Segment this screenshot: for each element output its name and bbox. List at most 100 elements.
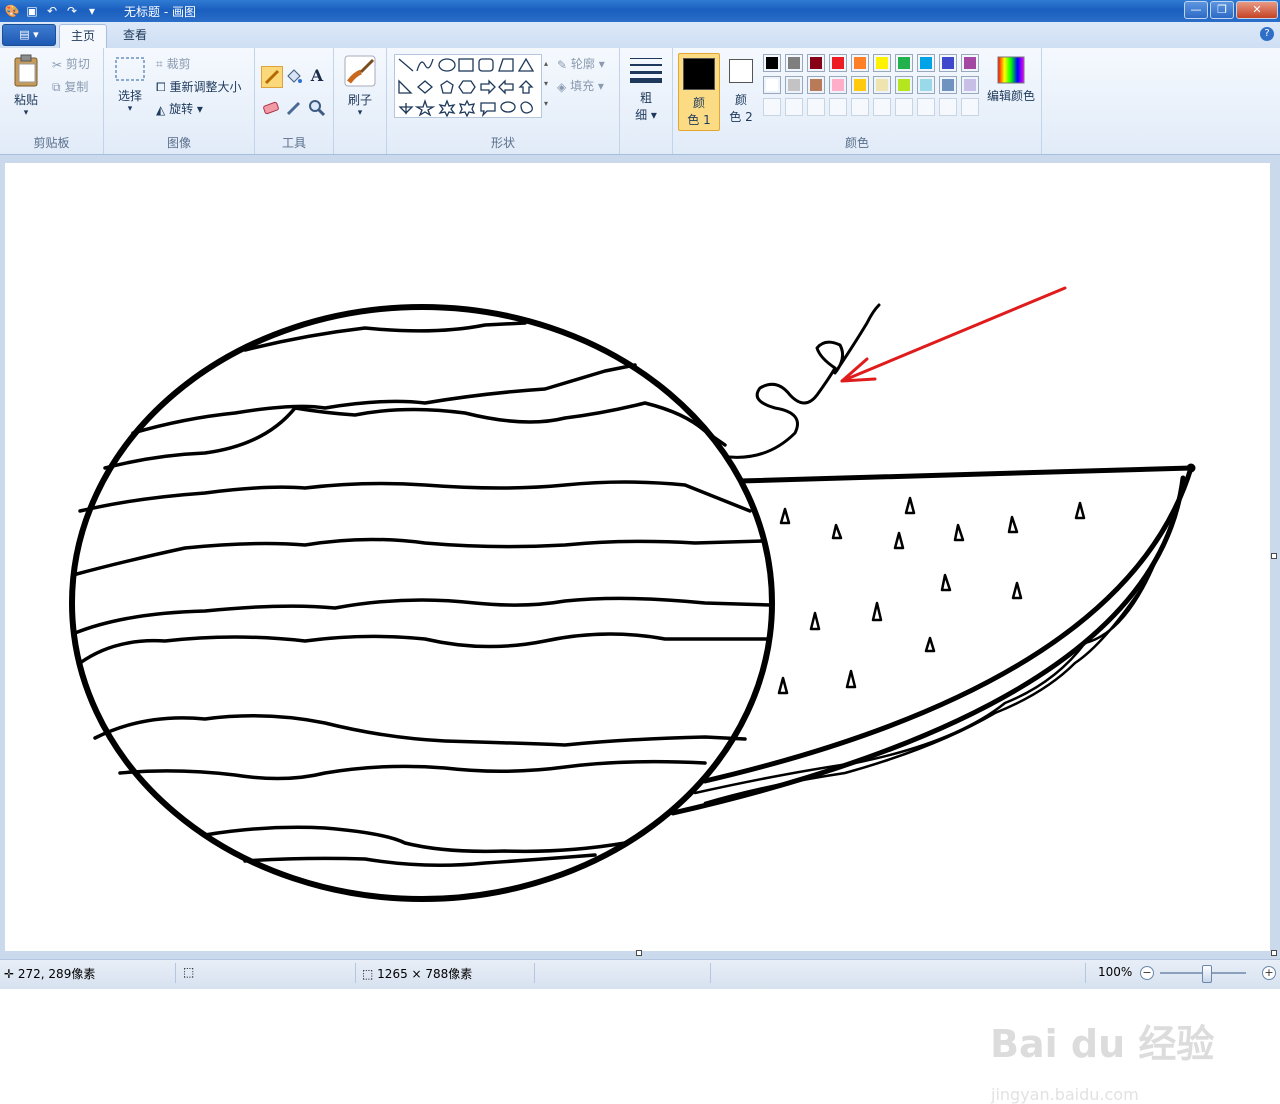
custom-color-slot[interactable] — [961, 98, 979, 116]
close-button[interactable]: ✕ — [1236, 1, 1278, 19]
palette-color[interactable] — [851, 76, 869, 94]
watermelon-drawing — [69, 286, 1196, 902]
colors-group: 颜 色 1 颜 色 2 编辑颜色 颜色 — [673, 48, 1042, 154]
palette-color[interactable] — [763, 54, 781, 72]
custom-color-slot[interactable] — [939, 98, 957, 116]
palette-color[interactable] — [785, 54, 803, 72]
tab-home[interactable]: 主页 — [59, 24, 107, 48]
size-label-line1: 粗 — [639, 91, 652, 105]
title-bar: 🎨 ▣ ↶ ↷ ▾ 无标题 - 画图 — ❐ ✕ — [0, 0, 1280, 22]
seeds — [777, 496, 1086, 695]
palette-color[interactable] — [763, 76, 781, 94]
clipboard-group-label: 剪贴板 — [33, 136, 70, 150]
custom-color-slot[interactable] — [851, 98, 869, 116]
palette-color[interactable] — [917, 76, 935, 94]
palette-color[interactable] — [961, 76, 979, 94]
zoom-in-button[interactable]: + — [1262, 966, 1276, 980]
palette-color[interactable] — [807, 54, 825, 72]
select-icon — [115, 57, 145, 81]
shapes-scroll[interactable]: ▴ ▾ ▾ — [541, 54, 551, 116]
palette-color[interactable] — [961, 54, 979, 72]
cursor-position-text: 272, 289像素 — [17, 967, 96, 981]
pencil-icon — [264, 69, 280, 85]
cut-button[interactable]: ✂ 剪切 — [52, 55, 90, 72]
save-icon[interactable]: ▣ — [24, 3, 40, 19]
undo-icon[interactable]: ↶ — [44, 3, 60, 19]
custom-color-slot[interactable] — [763, 98, 781, 116]
eraser-tool[interactable] — [261, 98, 281, 118]
color2-button[interactable]: 颜 色 2 — [723, 53, 759, 129]
crop-label: 裁剪 — [166, 57, 191, 71]
palette-color[interactable] — [895, 76, 913, 94]
paste-button[interactable]: 粘贴 ▾ — [8, 54, 44, 118]
shapes-group: ▴ ▾ ▾ ✎ 轮廓 ▾ ◈ 填充 ▾ 形状 — [387, 48, 620, 154]
size-button[interactable]: 粗 细 ▾ — [628, 56, 664, 123]
zoom-level: 100% — [1098, 965, 1133, 979]
palette-color[interactable] — [939, 54, 957, 72]
rotate-button[interactable]: ◭ 旋转 ▾ — [156, 100, 203, 117]
outline-button[interactable]: ✎ 轮廓 ▾ — [557, 55, 605, 72]
palette-color-fill — [942, 79, 954, 91]
custom-color-slot[interactable] — [873, 98, 891, 116]
redo-icon[interactable]: ↷ — [64, 3, 80, 19]
color2-label-line1: 颜 — [734, 93, 747, 107]
customize-qat-icon[interactable]: ▾ — [84, 3, 100, 19]
line-width-icon — [630, 58, 662, 83]
color1-label-line1: 颜 — [692, 96, 705, 110]
crop-button[interactable]: ⌗ 裁剪 — [156, 55, 191, 72]
fill-button[interactable]: ◈ 填充 ▾ — [557, 77, 604, 94]
shapes-gallery[interactable] — [394, 54, 542, 118]
select-button[interactable]: 选择 ▾ — [112, 56, 148, 114]
palette-color[interactable] — [829, 76, 847, 94]
minimize-button[interactable]: — — [1184, 1, 1208, 19]
color-picker-tool[interactable] — [284, 98, 304, 118]
drawing-canvas[interactable]: Bai du 经验 jingyan.baidu.com — [5, 163, 1270, 1104]
palette-color[interactable] — [895, 54, 913, 72]
custom-color-slot[interactable] — [829, 98, 847, 116]
zoom-slider-thumb[interactable] — [1202, 965, 1212, 983]
maximize-button[interactable]: ❐ — [1210, 1, 1234, 19]
help-icon[interactable]: ? — [1260, 27, 1274, 41]
copy-button[interactable]: ⧉ 复制 — [52, 78, 88, 95]
resize-button[interactable]: ⧠ 重新调整大小 — [156, 78, 241, 95]
custom-color-slot[interactable] — [807, 98, 825, 116]
brush-icon — [344, 55, 376, 87]
palette-color-fill — [766, 57, 778, 69]
status-bar: ✛ 272, 289像素 ⬚ ⬚ 1265 × 788像素 100% − + — [0, 959, 1280, 989]
resize-handle-corner[interactable] — [1271, 950, 1277, 956]
outline-icon: ✎ — [557, 57, 568, 72]
fill-tool[interactable] — [284, 66, 304, 86]
slice-tip — [1186, 463, 1196, 473]
palette-color[interactable] — [917, 54, 935, 72]
palette-color-fill — [788, 57, 800, 69]
watermark-url: jingyan.baidu.com — [991, 1085, 1139, 1104]
paint-app-icon[interactable]: 🎨 — [4, 3, 20, 19]
edit-colors-button[interactable]: 编辑颜色 — [983, 56, 1039, 104]
tab-view[interactable]: 查看 — [112, 24, 158, 47]
size-label-line2: 细 — [635, 108, 648, 122]
palette-color[interactable] — [829, 54, 847, 72]
app-menu-button[interactable]: ▤ ▾ — [2, 24, 56, 46]
palette-color[interactable] — [807, 76, 825, 94]
zoom-out-button[interactable]: − — [1140, 966, 1154, 980]
resize-handle-right[interactable] — [1271, 553, 1277, 559]
palette-color-fill — [898, 57, 910, 69]
custom-color-slot[interactable] — [917, 98, 935, 116]
palette-color-fill — [832, 57, 844, 69]
fill-icon: ◈ — [557, 79, 567, 94]
crop-icon: ⌗ — [156, 57, 163, 71]
brushes-button[interactable]: 刷子 ▾ — [342, 54, 378, 118]
magnifier-tool[interactable] — [307, 98, 327, 118]
palette-color[interactable] — [851, 54, 869, 72]
resize-handle-bottom[interactable] — [636, 950, 642, 956]
palette-color[interactable] — [873, 54, 891, 72]
custom-color-slot[interactable] — [785, 98, 803, 116]
palette-color[interactable] — [785, 76, 803, 94]
palette-color[interactable] — [873, 76, 891, 94]
color1-button[interactable]: 颜 色 1 — [678, 53, 720, 131]
palette-color[interactable] — [939, 76, 957, 94]
pencil-tool[interactable] — [261, 66, 283, 88]
text-tool[interactable]: A — [307, 66, 327, 86]
custom-color-slot[interactable] — [895, 98, 913, 116]
color-palette — [763, 54, 985, 120]
